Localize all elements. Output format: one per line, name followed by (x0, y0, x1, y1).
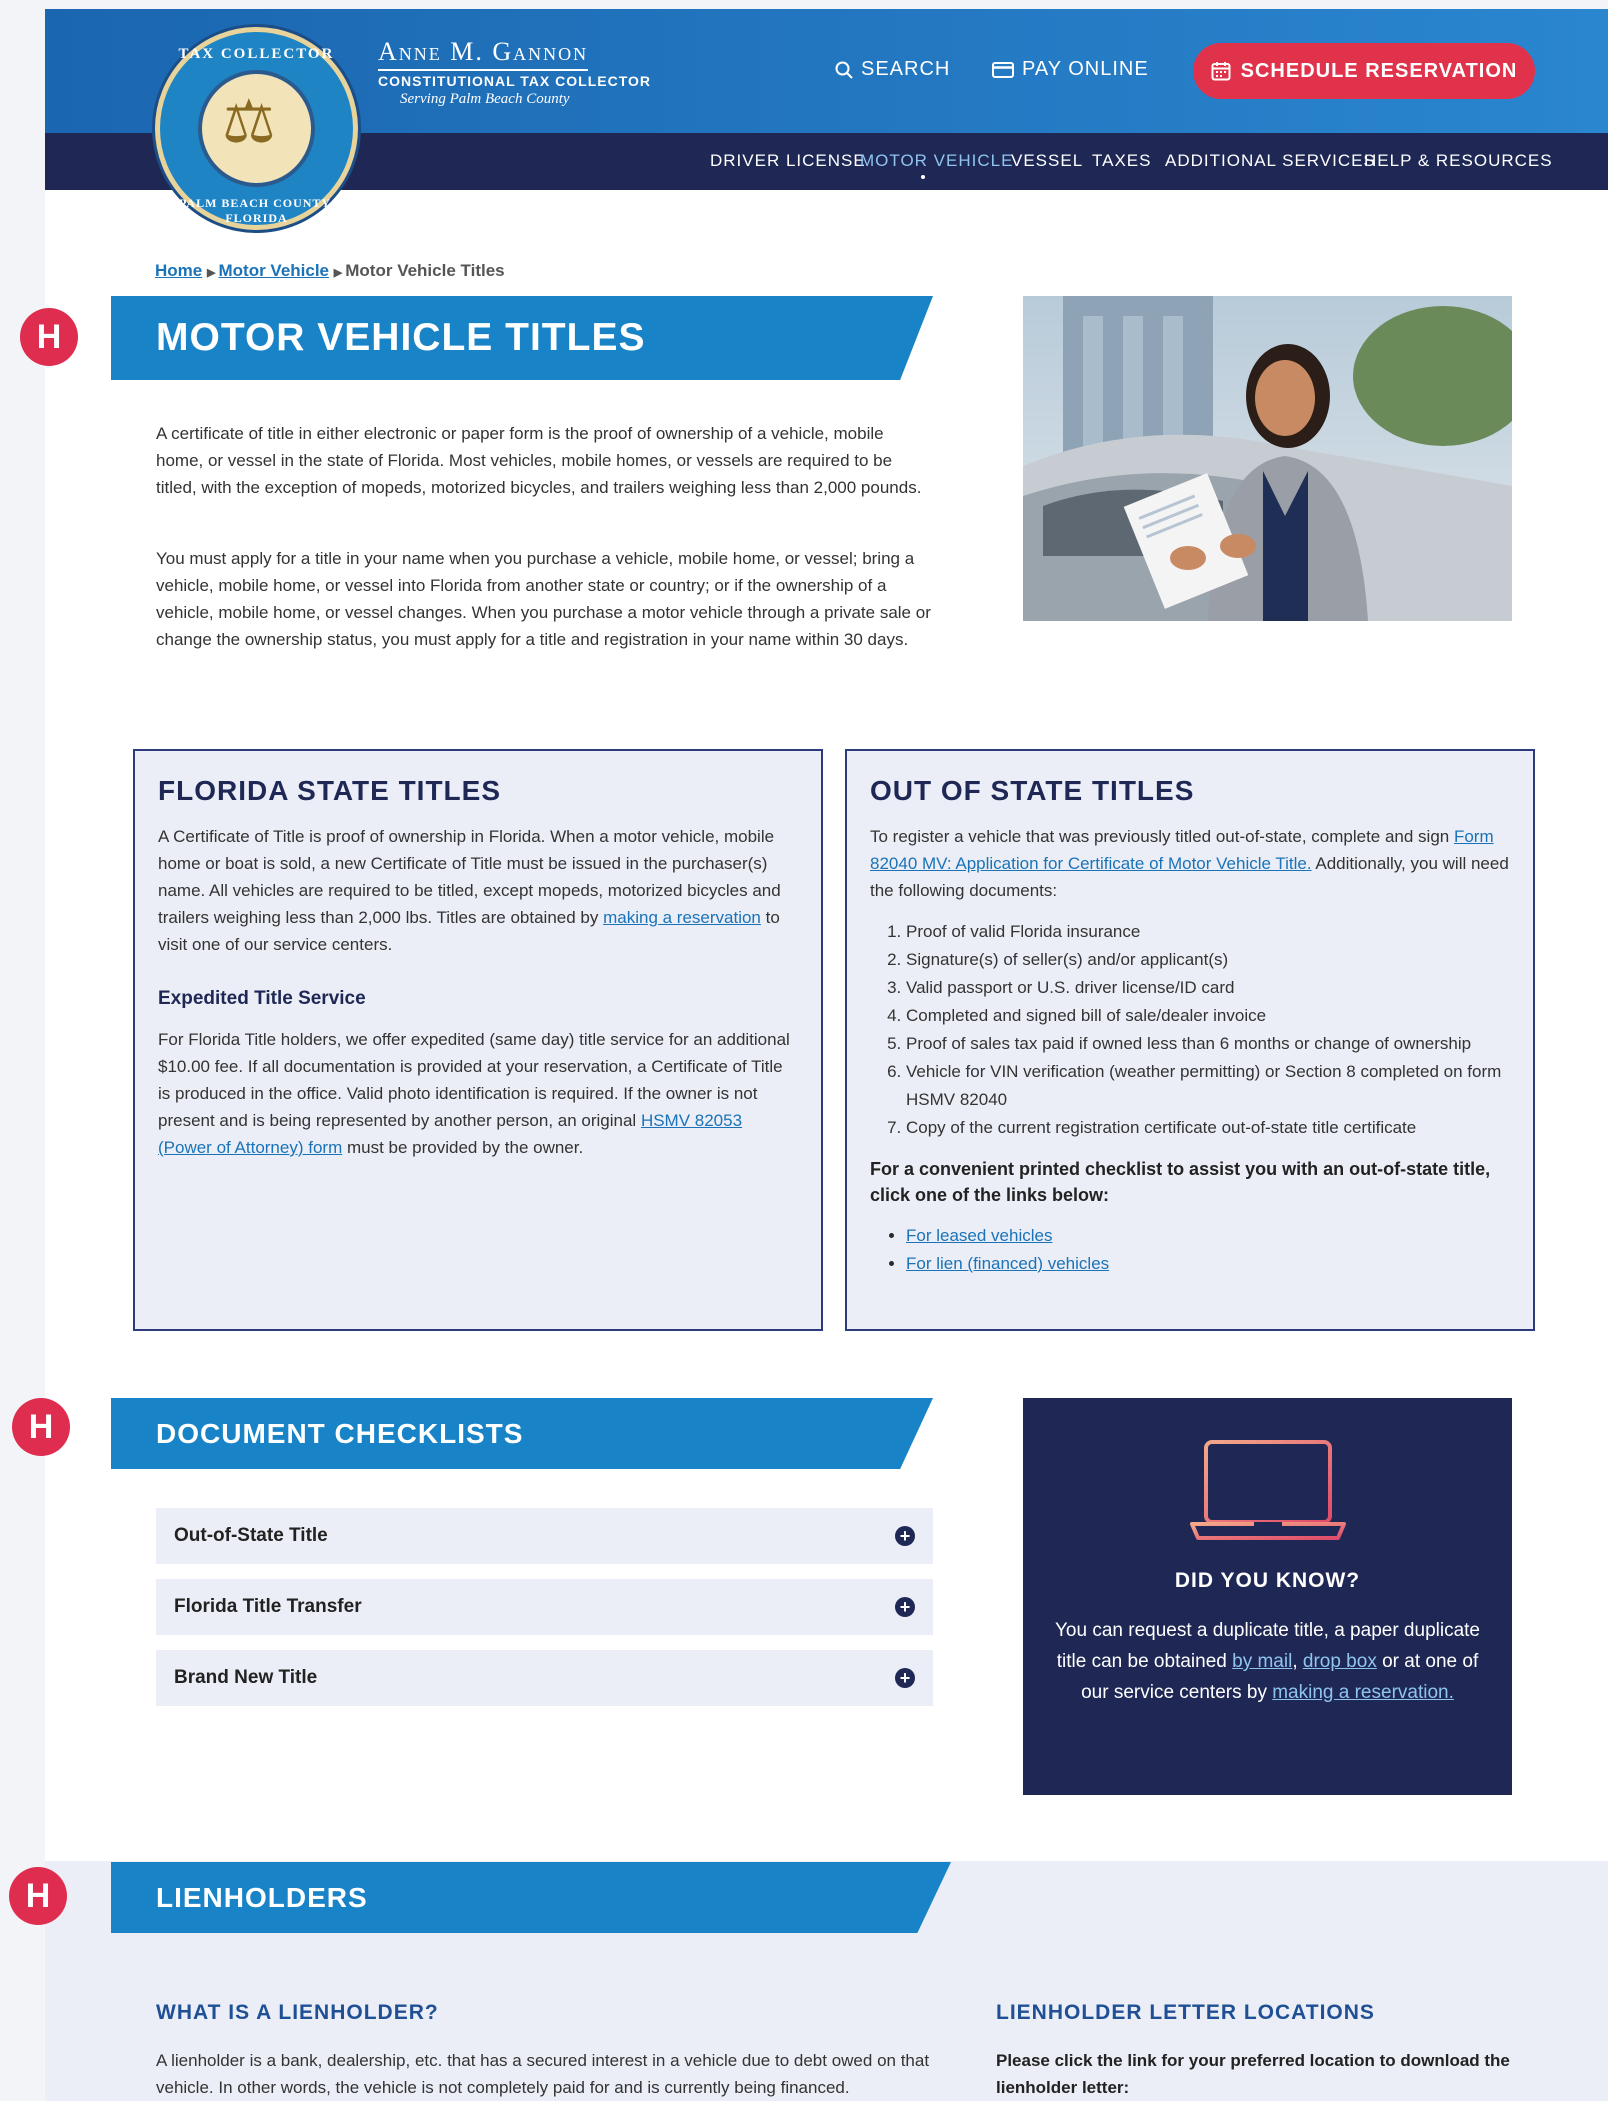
schedule-reservation-label: SCHEDULE RESERVATION (1240, 59, 1518, 82)
florida-state-titles-heading: FLORIDA STATE TITLES (158, 775, 502, 806)
accordion-label: Florida Title Transfer (174, 1596, 362, 1617)
nav-driver-license[interactable]: DRIVER LICENSE (710, 151, 866, 171)
pay-online-label: PAY ONLINE (1022, 58, 1149, 80)
required-documents-list: Proof of valid Florida insurance Signatu… (870, 918, 1510, 1142)
accordion-florida-title-transfer[interactable]: Florida Title Transfer + (156, 1579, 933, 1635)
photo-illustration (1023, 296, 1512, 621)
did-you-know-heading: DID YOU KNOW? (1174, 1569, 1361, 1592)
did-you-know-card: DID YOU KNOW? You can request a duplicat… (1023, 1398, 1512, 1795)
nav-motor-vehicle[interactable]: MOTOR VEHICLE (860, 151, 1013, 171)
what-is-lienholder-text: A lienholder is a bank, dealership, etc.… (156, 2051, 930, 2097)
list-item: Proof of sales tax paid if owned less th… (906, 1030, 1510, 1058)
intro-paragraph-1: A certificate of title in either electro… (156, 424, 922, 497)
list-item: Valid passport or U.S. driver license/ID… (906, 974, 1510, 1002)
page-title: MOTOR VEHICLE TITLES (156, 316, 646, 359)
search-icon (835, 61, 853, 79)
out-of-state-titles-heading: OUT OF STATE TITLES (870, 775, 1195, 806)
woman-holding-title-photo (1023, 296, 1512, 621)
document-checklists-heading: DOCUMENT CHECKLISTS (156, 1417, 524, 1449)
list-item: Signature(s) of seller(s) and/or applica… (906, 946, 1510, 974)
brand-name[interactable]: Anne M. Gannon (378, 37, 589, 71)
breadcrumb-motor-vehicle[interactable]: Motor Vehicle (218, 261, 329, 280)
lienholder-locations-text: Please click the link for your preferred… (996, 2051, 1510, 2097)
seal-center: ⚖ (198, 70, 315, 187)
florida-state-titles-card: FLORIDA STATE TITLES A Certificate of Ti… (133, 749, 823, 1331)
nav-vessel[interactable]: VESSEL (1011, 151, 1083, 171)
expand-plus-icon[interactable]: + (895, 1597, 915, 1617)
oos-text: To register a vehicle that was previousl… (870, 827, 1454, 846)
breadcrumb-current: Motor Vehicle Titles (345, 261, 505, 280)
list-item: For lien (financed) vehicles (906, 1250, 1510, 1278)
leased-vehicles-link[interactable]: For leased vehicles (906, 1226, 1052, 1245)
search-label: SEARCH (861, 58, 951, 80)
expand-plus-icon[interactable]: + (895, 1526, 915, 1546)
checklist-links: For leased vehicles For lien (financed) … (870, 1222, 1510, 1278)
brand-subtitle: CONSTITUTIONAL TAX COLLECTOR (378, 73, 651, 89)
by-mail-link[interactable]: by mail (1232, 1651, 1292, 1672)
laptop-icon (1189, 1440, 1346, 1540)
nav-active-indicator (921, 175, 925, 179)
list-item: Proof of valid Florida insurance (906, 918, 1510, 946)
accordion-label: Out-of-State Title (174, 1525, 328, 1546)
breadcrumb-separator-icon: ▶ (333, 267, 346, 279)
pay-online-link[interactable]: PAY ONLINE (992, 58, 1149, 81)
search-link[interactable]: SEARCH (835, 58, 950, 81)
list-item: Copy of the current registration certifi… (906, 1114, 1510, 1142)
making-a-reservation-link[interactable]: making a reservation. (1272, 1682, 1454, 1703)
expedited-title-heading: Expedited Title Service (158, 988, 366, 1009)
making-a-reservation-link[interactable]: making a reservation (603, 908, 761, 927)
expand-plus-icon[interactable]: + (895, 1668, 915, 1688)
lienholders-heading: LIENHOLDERS (156, 1881, 368, 1913)
breadcrumb-separator-icon: ▶ (206, 267, 219, 279)
nav-help-resources[interactable]: HELP & RESOURCES (1364, 151, 1553, 171)
document-checklists-banner: DOCUMENT CHECKLISTS (111, 1398, 933, 1469)
seal-top-text: TAX COLLECTOR (178, 46, 335, 62)
list-item: Vehicle for VIN verification (weather pe… (906, 1058, 1510, 1114)
accordion-label: Brand New Title (174, 1667, 318, 1688)
nav-additional-services[interactable]: ADDITIONAL SERVICES (1165, 151, 1376, 171)
list-item: For leased vehicles (906, 1222, 1510, 1250)
seal-bottom-text: PALM BEACH COUNTY, FLORIDA (178, 196, 334, 225)
dyk-sep: , (1292, 1651, 1303, 1672)
breadcrumb-home[interactable]: Home (155, 261, 202, 280)
checklist-note: For a convenient printed checklist to as… (870, 1159, 1491, 1205)
lien-vehicles-link[interactable]: For lien (financed) vehicles (906, 1254, 1109, 1273)
out-of-state-paragraph: To register a vehicle that was previousl… (870, 823, 1510, 904)
lienholder-letter-locations-heading: LIENHOLDER LETTER LOCATIONS (996, 2001, 1375, 2024)
intro-paragraph-2: You must apply for a title in your name … (156, 549, 931, 649)
what-is-lienholder-heading: WHAT IS A LIENHOLDER? (156, 2001, 439, 2024)
calendar-icon (1211, 62, 1231, 81)
scales-of-justice-icon: ⚖ (222, 88, 276, 155)
drop-box-link[interactable]: drop box (1303, 1651, 1377, 1672)
page-title-banner: MOTOR VEHICLE TITLES (111, 296, 933, 380)
tax-collector-seal-logo[interactable]: TAX COLLECTOR ⚖ PALM BEACH COUNTY, FLORI… (155, 27, 358, 230)
florida-titles-paragraph: A Certificate of Title is proof of owner… (158, 823, 798, 958)
heading-marker-badge: H (20, 308, 78, 366)
accordion-out-of-state-title[interactable]: Out-of-State Title + (156, 1508, 933, 1564)
out-of-state-titles-card: OUT OF STATE TITLES To register a vehicl… (845, 749, 1535, 1331)
brand-tagline: Serving Palm Beach County (400, 91, 570, 107)
did-you-know-text: You can request a duplicate title, a pap… (1055, 1615, 1480, 1708)
expedited-title-paragraph: For Florida Title holders, we offer expe… (158, 1026, 798, 1161)
list-item: Completed and signed bill of sale/dealer… (906, 1002, 1510, 1030)
schedule-reservation-button[interactable]: SCHEDULE RESERVATION (1193, 43, 1535, 99)
heading-marker-badge: H (9, 1867, 67, 1925)
expedited-text-end: must be provided by the owner. (342, 1138, 584, 1157)
accordion-brand-new-title[interactable]: Brand New Title + (156, 1650, 933, 1706)
heading-marker-badge: H (12, 1398, 70, 1456)
breadcrumb: Home ▶ Motor Vehicle ▶ Motor Vehicle Tit… (155, 261, 505, 281)
lienholders-banner: LIENHOLDERS (111, 1862, 951, 1933)
nav-taxes[interactable]: TAXES (1092, 151, 1151, 171)
credit-card-icon (992, 61, 1014, 78)
